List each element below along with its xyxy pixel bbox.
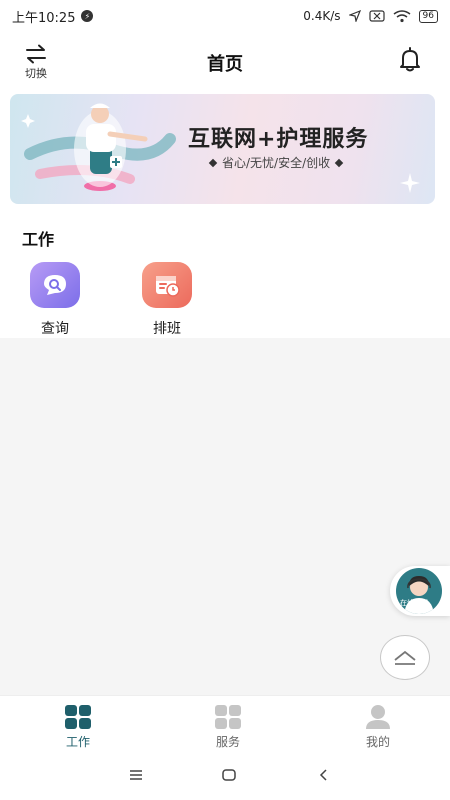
nurse-illustration: [21, 103, 176, 191]
sim-off-icon: [368, 10, 385, 22]
sparkle-icon: [400, 173, 420, 193]
status-bar: 上午10:25 ⚡ 0.4K/s 96: [0, 0, 450, 32]
diamond-icon: [334, 158, 344, 167]
swap-arrows-icon: [26, 44, 46, 64]
charging-icon: ⚡: [81, 10, 94, 22]
menu-nav-button[interactable]: [128, 767, 144, 787]
page-title: 首页: [207, 54, 243, 75]
grid-icon: [215, 705, 241, 729]
status-time: 上午10:25: [12, 10, 76, 26]
search-chat-icon: [30, 262, 80, 308]
menu-icon: [130, 770, 142, 780]
bottom-tab-bar: 工作 服务 我的: [0, 695, 450, 755]
tab-mine-label: 我的: [365, 735, 390, 749]
app-header: 切换 首页: [0, 32, 450, 92]
chevron-up-icon: [394, 650, 416, 665]
banner-subtitle-text: 省心/无忧/安全/创收: [222, 156, 331, 170]
tab-work-label: 工作: [65, 735, 90, 749]
banner-title: 互联网+护理服务: [188, 127, 369, 152]
tab-service[interactable]: 服务: [198, 704, 258, 750]
system-nav-bar: [0, 755, 450, 800]
online-service-label: 在线客服: [400, 599, 428, 607]
user-icon: [366, 705, 390, 729]
battery-indicator: 96: [418, 9, 438, 23]
schedule-label: 排班: [153, 321, 181, 337]
work-section-title: 工作: [22, 230, 55, 249]
home-nav-button[interactable]: [221, 767, 237, 787]
schedule-function[interactable]: 排班: [127, 262, 207, 338]
query-label: 查询: [41, 321, 69, 337]
online-service-button[interactable]: 在线客服: [390, 566, 450, 616]
back-to-top-button[interactable]: [380, 635, 430, 680]
location-icon: [348, 10, 361, 22]
diamond-icon: [208, 158, 218, 167]
chevron-left-icon: [319, 769, 327, 781]
network-speed: 0.4K/s: [303, 9, 341, 23]
grid-icon: [65, 705, 91, 729]
calendar-clock-icon: [142, 262, 192, 308]
bell-icon: [400, 47, 420, 72]
home-square-icon: [222, 769, 236, 781]
wifi-icon: [393, 9, 410, 22]
tab-work[interactable]: 工作: [48, 704, 108, 750]
switch-label: 切换: [25, 67, 47, 80]
tab-mine[interactable]: 我的: [348, 704, 408, 750]
promo-banner[interactable]: 互联网+护理服务 省心/无忧/安全/创收: [10, 94, 435, 204]
tab-service-label: 服务: [215, 735, 240, 749]
switch-button[interactable]: 切换: [20, 44, 52, 81]
query-function[interactable]: 查询: [15, 262, 95, 338]
notification-button[interactable]: [398, 46, 422, 77]
back-nav-button[interactable]: [316, 767, 332, 787]
banner-subtitle: 省心/无忧/安全/创收: [208, 154, 344, 171]
